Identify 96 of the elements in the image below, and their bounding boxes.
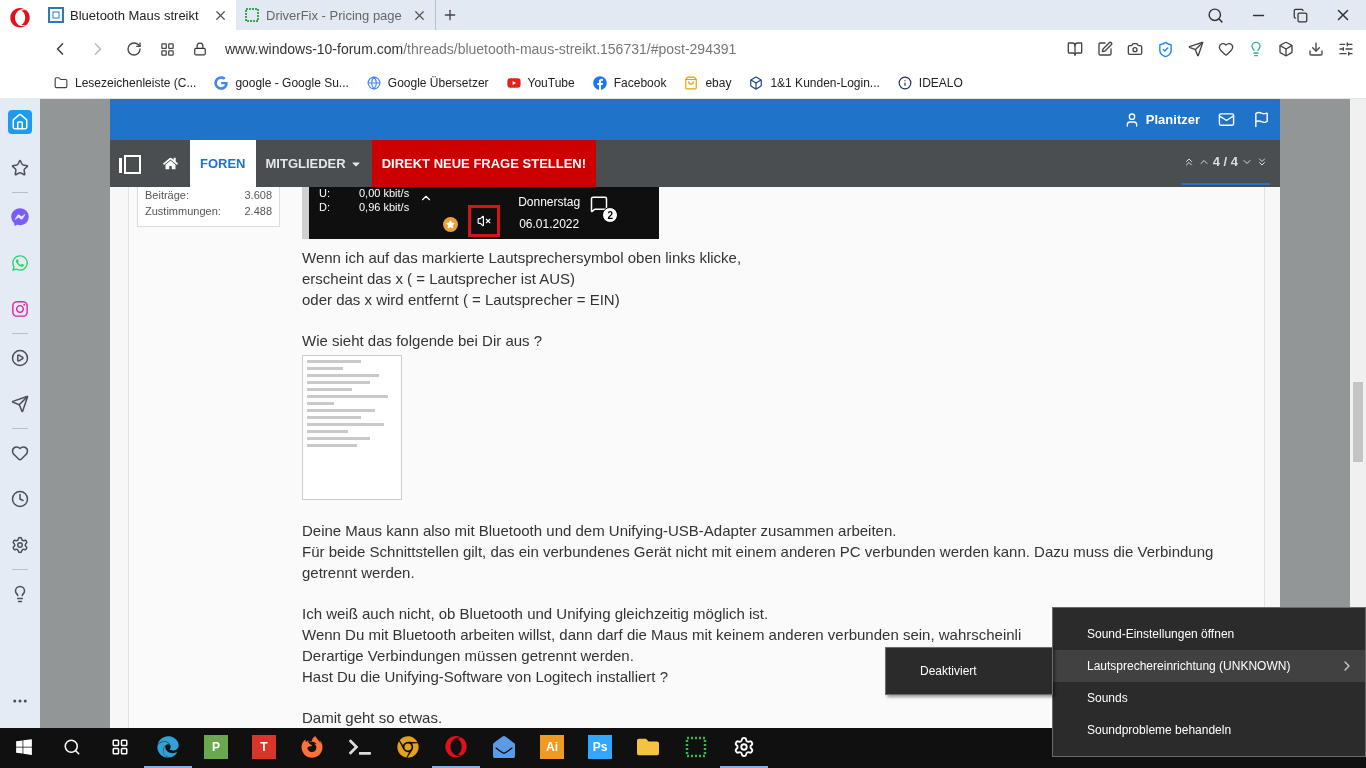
menu-item[interactable]: Sound-Einstellungen öffnen [1053,618,1365,650]
menu-item[interactable]: Lautsprechereinrichtung (UNKNOWN) [1053,650,1365,682]
nav-tab[interactable]: MITGLIEDER [255,140,372,187]
bookmark-link[interactable]: Facebook [592,76,667,90]
ball-logo-icon [397,736,419,758]
lock-icon [193,42,207,56]
post-text-line: Wie sieht das folgende bei Dir aus ? [302,331,543,351]
dotted-square-icon [685,736,707,758]
download-label: D: [319,201,331,213]
bulb-icon[interactable] [1248,41,1264,57]
post-text-line: Deine Maus kann also mit Bluetooth und dem Unifying-USB-Adapter zusammen arbeiten. [302,521,897,541]
bag-icon [684,76,699,90]
post-text-line: Für beide Schnittstellen gilt, das ein verbundenes Gerät nicht mit einem anderen PC verbunden werden kann. Dazu muss die Verbindung getrennt werden. [302,542,1215,583]
post-text-line: Damit geht so etwas. [302,708,443,728]
stat-label: Beiträge: [145,189,190,201]
grid-icon[interactable] [160,41,175,57]
bookmark-link[interactable]: ebay [684,76,732,90]
new-tab-icon[interactable] [442,7,458,23]
page-favicon [244,7,260,23]
restore-icon[interactable] [1293,7,1308,23]
tab-title: Bluetooth Maus streikt [70,7,200,23]
tab-title: DriverFix - Pricing page [266,7,403,23]
post-text-line: Wenn ich auf das markierte Lautsprechersymbol oben links klicke, [302,248,742,268]
user-name[interactable]: Planitzer [1145,112,1200,127]
home-icon[interactable] [162,156,178,171]
o-logo-icon [445,736,467,758]
post-text-line: Hast Du die Unifying-Software von Logitech installiert ? [302,667,668,687]
bookmark-link[interactable]: Lesezeichenleiste (C... [54,76,197,90]
envelope-icon [493,736,515,758]
day-text: Donnerstag [518,195,581,209]
settings-icon[interactable] [1338,41,1354,57]
post-text-line: erscheint das x ( = Lautsprecher ist AUS) [302,269,576,289]
f-logo-icon [592,76,607,90]
double-chevron-down-icon[interactable] [1256,155,1268,168]
stat-label: Zustimmungen: [145,205,221,217]
post-text-line: Ich weiß auch nicht, ob Bluetooth und Unifying gleichzeitig möglich ist. [302,604,769,624]
pager[interactable]: 4 / 4 [1180,140,1270,185]
site-logo-icon[interactable] [118,153,142,174]
camera-icon[interactable] [1127,41,1143,57]
bookmark-link[interactable]: IDEALO [897,76,963,90]
notification-count: 2 [602,207,619,223]
post-text-line: oder das x wird entfernt ( = Lautsprecher = EIN) [302,290,620,310]
ask-question-button[interactable]: DIREKT NEUE FRAGE STELLEN! [371,140,597,187]
fox-logo-icon [301,736,323,758]
flag-icon[interactable] [1253,111,1270,128]
notification-icon [590,195,609,213]
send-icon[interactable] [1188,41,1204,57]
menu-item[interactable]: Sounds [1053,682,1365,714]
date-text: 06.01.2022 [519,217,580,231]
shield-icon[interactable] [1157,40,1174,58]
download-icon[interactable] [1308,41,1324,57]
search-icon[interactable] [1207,6,1224,24]
stat-value: 3.608 [244,189,272,201]
page-favicon [48,7,64,23]
search-icon[interactable] [63,738,81,756]
letter-tile-icon: P [204,735,228,759]
wave-logo-icon [157,736,179,758]
chat-bubble-icon[interactable] [8,205,32,229]
bookmark-link[interactable]: YouTube [506,76,575,90]
terminal-icon [349,736,371,758]
folder-icon [637,736,659,758]
folder-icon [54,76,68,90]
post-text-line: Wenn Du mit Bluetooth arbeiten willst, dann darf die Maus mit keinem anderen verbunden sein, wahrscheinli [302,625,1022,645]
download-rate: 0,96 kbit/s [359,201,410,213]
info-logo-icon [897,76,912,90]
taskbar-app-button[interactable]: T [240,728,288,768]
letter-tile-icon: Ps [588,735,612,759]
cube-icon[interactable] [1278,41,1294,57]
upload-label: U: [319,187,331,199]
settings-icon [733,736,755,758]
o-logo-icon[interactable] [10,8,30,28]
letter-tile-icon: T [252,735,276,759]
address-field[interactable]: www.windows-10-forum.com/threads/bluetooth-maus-streikt.156731/#post-294391 [225,41,737,57]
letter-tile-icon: Ai [540,735,564,759]
edit-icon[interactable] [1097,41,1113,57]
bookmark-link[interactable]: google - Google Su... [214,76,349,90]
start-icon[interactable] [15,738,33,756]
menu-item[interactable]: Deaktiviert [886,664,977,678]
bookmark-link[interactable]: Google Übersetzer [366,76,489,90]
reload-icon[interactable] [126,41,142,57]
mail-icon[interactable] [1218,111,1235,128]
heart-icon[interactable] [1218,41,1234,57]
stat-value: 2.488 [244,205,272,217]
nav-tab[interactable]: FOREN [190,140,256,187]
play-logo-icon [506,76,521,90]
browser-tab[interactable]: Bluetooth Maus streikt [40,0,236,30]
upload-rate: 0,00 kbit/s [359,187,410,199]
book-icon[interactable] [1067,41,1083,57]
post-text-line: Derartige Verbindungen müssen getrennt werden. [302,646,634,666]
g-logo-icon [214,76,229,90]
scrollbar-thumb[interactable] [1353,382,1363,462]
task-view-icon[interactable] [111,738,129,756]
globe-icon [366,76,381,90]
bookmark-link[interactable]: 1&1 Kunden-Login... [749,76,880,90]
menu-item[interactable]: Soundprobleme behandeln [1053,714,1365,746]
image-edge [302,187,309,239]
